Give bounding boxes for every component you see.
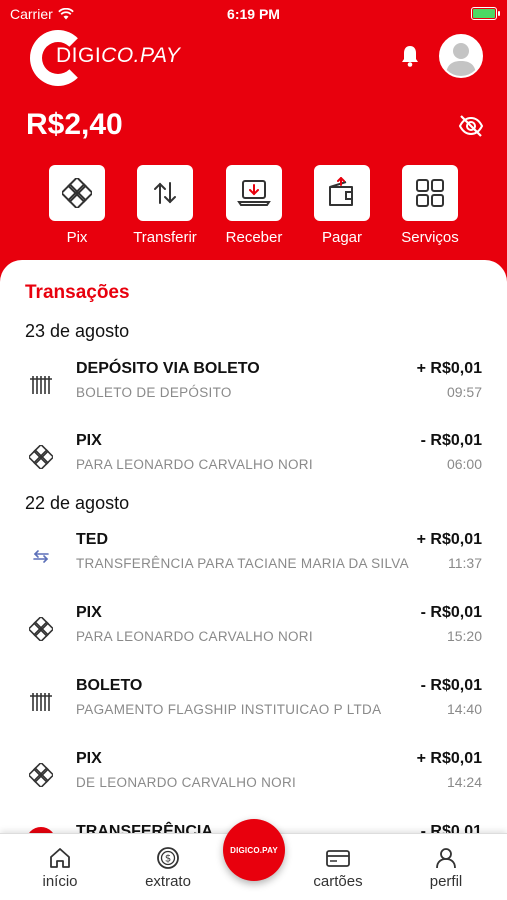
pix-icon xyxy=(62,178,92,208)
action-receber[interactable]: Receber xyxy=(209,165,299,246)
account-balance: R$2,40 xyxy=(26,108,123,141)
transaction-subtitle: PARA LEONARDO CARVALHO NORI xyxy=(76,629,313,644)
transaction-subtitle: BOLETO DE DEPÓSITO xyxy=(76,385,232,400)
action-label: Receber xyxy=(225,229,283,246)
pix-icon xyxy=(28,444,54,470)
pix-action-button[interactable] xyxy=(49,165,105,221)
eye-off-icon[interactable] xyxy=(458,113,484,139)
transaction-amount: - R$0,01 xyxy=(420,432,482,449)
statement-icon: $ xyxy=(157,847,179,869)
status-bar: Carrier 6:19 PM xyxy=(0,0,507,28)
user-icon xyxy=(436,848,456,869)
transaction-subtitle: PAGAMENTO FLAGSHIP INSTITUICAO P LTDA xyxy=(76,702,382,717)
wallet-icon xyxy=(329,177,353,206)
action-label: Pagar xyxy=(321,229,363,246)
nav-inicio[interactable]: início xyxy=(20,846,100,890)
transfer-icon xyxy=(154,182,176,204)
nav-label: início xyxy=(42,873,78,890)
home-fab-button[interactable]: DIGICO.PAY xyxy=(223,819,285,881)
transaction-time: 14:24 xyxy=(446,774,482,790)
receive-icon xyxy=(237,180,271,206)
fab-logo-text: DIGICO.PAY xyxy=(230,845,278,855)
nav-label: extrato xyxy=(145,873,191,890)
transactions-title: Transações xyxy=(25,282,130,303)
transaction-time: 14:40 xyxy=(446,701,482,717)
nav-perfil[interactable]: perfil xyxy=(406,846,486,890)
transaction-amount: + R$0,01 xyxy=(416,360,482,377)
transaction-amount: + R$0,01 xyxy=(416,531,482,548)
nav-extrato[interactable]: $ extrato xyxy=(128,846,208,890)
transaction-row[interactable]: PIX DE LEONARDO CARVALHO NORI + R$0,01 1… xyxy=(0,750,507,810)
action-label: Serviços xyxy=(401,229,459,246)
nav-label: perfil xyxy=(429,873,463,890)
date-header: 22 de agosto xyxy=(25,493,130,513)
action-label: Pix xyxy=(66,229,88,246)
transaction-row[interactable]: PIX PARA LEONARDO CARVALHO NORI - R$0,01… xyxy=(0,432,507,492)
app-logo: DIGICO.PAY xyxy=(30,30,180,86)
services-action-button[interactable] xyxy=(402,165,458,221)
date-header: 23 de agosto xyxy=(25,321,130,341)
transaction-row[interactable]: TED TRANSFERÊNCIA PARA TACIANE MARIA DA … xyxy=(0,531,507,591)
transaction-title: PIX xyxy=(76,604,102,621)
transaction-row[interactable]: DEPÓSITO VIA BOLETO BOLETO DE DEPÓSITO +… xyxy=(0,360,507,420)
action-servicos[interactable]: Serviços xyxy=(385,165,475,246)
action-transferir[interactable]: Transferir xyxy=(120,165,210,246)
transaction-time: 06:00 xyxy=(446,456,482,472)
action-label: Transferir xyxy=(133,229,197,246)
transaction-time: 09:57 xyxy=(446,384,482,400)
transaction-title: PIX xyxy=(76,750,102,767)
transaction-subtitle: PARA LEONARDO CARVALHO NORI xyxy=(76,457,313,472)
logo-text: DIGICO.PAY xyxy=(56,44,180,68)
pay-action-button[interactable] xyxy=(314,165,370,221)
transfer-arrows-icon xyxy=(28,543,54,569)
pix-icon xyxy=(28,762,54,788)
grid-icon xyxy=(416,179,444,207)
svg-text:$: $ xyxy=(165,854,171,865)
transaction-amount: - R$0,01 xyxy=(420,677,482,694)
logo-suffix-text: CO.PAY xyxy=(101,44,181,67)
logo-main-text: DIGI xyxy=(56,44,102,67)
transaction-amount: + R$0,01 xyxy=(416,750,482,767)
action-pix[interactable]: Pix xyxy=(32,165,122,246)
barcode-icon xyxy=(28,372,54,398)
status-time: 6:19 PM xyxy=(227,6,280,22)
transaction-row[interactable]: BOLETO PAGAMENTO FLAGSHIP INSTITUICAO P … xyxy=(0,677,507,737)
avatar[interactable] xyxy=(439,34,483,78)
transfer-action-button[interactable] xyxy=(137,165,193,221)
user-silhouette-icon xyxy=(441,36,481,76)
nav-label: cartões xyxy=(313,873,363,890)
battery-icon xyxy=(471,7,500,20)
home-icon xyxy=(50,848,70,868)
transaction-subtitle: TRANSFERÊNCIA PARA TACIANE MARIA DA SILV… xyxy=(76,556,409,571)
bell-icon[interactable] xyxy=(400,44,420,68)
transaction-title: PIX xyxy=(76,432,102,449)
barcode-icon xyxy=(28,689,54,715)
transaction-row[interactable]: PIX PARA LEONARDO CARVALHO NORI - R$0,01… xyxy=(0,604,507,664)
transaction-title: TED xyxy=(76,531,108,548)
receive-action-button[interactable] xyxy=(226,165,282,221)
transaction-time: 11:37 xyxy=(448,555,482,571)
transaction-title: BOLETO xyxy=(76,677,143,694)
pix-icon xyxy=(28,616,54,642)
transactions-panel: Transações 23 de agosto DEPÓSITO VIA BOL… xyxy=(0,260,507,900)
nav-cartoes[interactable]: cartões xyxy=(298,846,378,890)
transaction-title: DEPÓSITO VIA BOLETO xyxy=(76,360,260,377)
action-pagar[interactable]: Pagar xyxy=(297,165,387,246)
transaction-time: 15:20 xyxy=(446,628,482,644)
transaction-amount: - R$0,01 xyxy=(420,604,482,621)
transaction-subtitle: DE LEONARDO CARVALHO NORI xyxy=(76,775,297,790)
quick-actions: Pix Transferir Receber Pagar Serviços xyxy=(0,165,507,247)
card-icon xyxy=(326,850,350,867)
